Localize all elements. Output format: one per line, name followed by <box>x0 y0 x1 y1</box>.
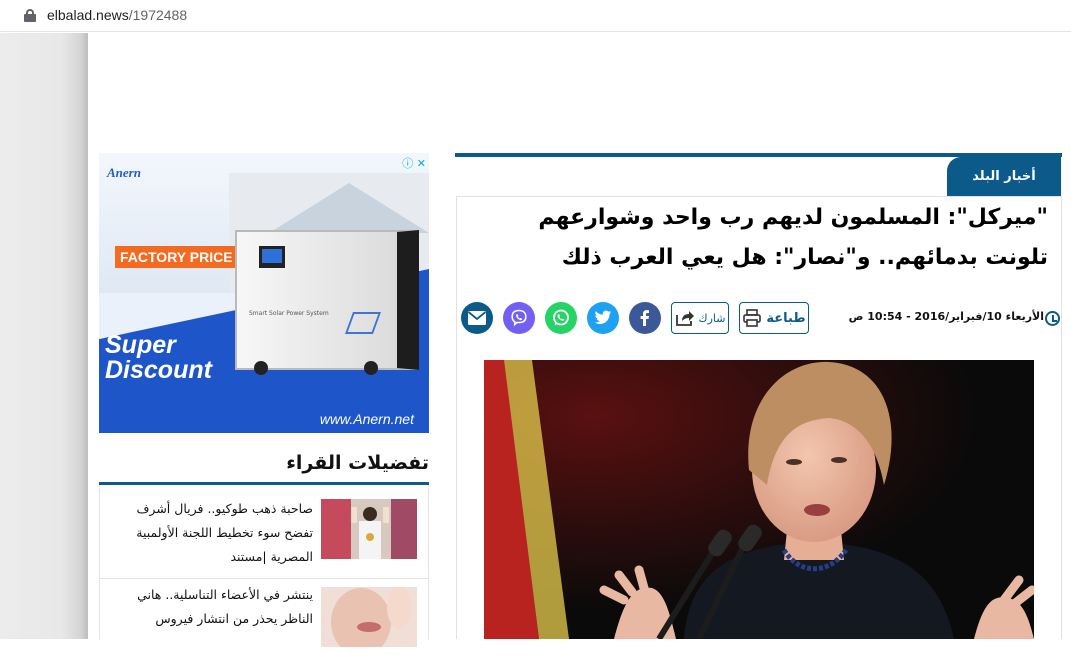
article-thumbnail[interactable] <box>321 499 417 559</box>
article-headline: "ميركل": المسلمون لديهم رب واحد وشوارعهم… <box>538 205 1048 270</box>
ad-product-text: Smart Solar Power System <box>249 310 329 317</box>
ad-headline-line1: Super <box>105 331 176 359</box>
list-item[interactable]: صاحبة ذهب طوكيو.. فريال أشرف تفضح سوء تخ… <box>100 485 428 579</box>
url-path: /1972488 <box>128 7 188 23</box>
twitter-share-button[interactable] <box>587 302 619 334</box>
ad-brand-logo: Anern <box>107 165 141 180</box>
ad-wheel-right <box>364 361 378 375</box>
favorite-headline-1[interactable]: صاحبة ذهب طوكيو.. فريال أشرف تفضح سوء تخ… <box>106 497 313 569</box>
facebook-icon <box>640 310 649 326</box>
solar-panel-icon <box>344 312 382 334</box>
ad-wheel-left <box>254 361 268 375</box>
share-arrow-icon <box>675 311 694 326</box>
address-bar[interactable]: elbalad.news/1972488 <box>0 0 1071 32</box>
ad-product-image: Smart Solar Power System <box>235 230 419 370</box>
share-label: شارك <box>698 311 726 325</box>
clock-icon <box>1045 311 1060 326</box>
favorite-headline-2[interactable]: ينتشر في الأعضاء التناسلية.. هاني الناظر… <box>106 583 313 631</box>
print-label: طباعة <box>766 310 806 326</box>
share-button[interactable]: شارك <box>671 302 729 334</box>
url-text[interactable]: elbalad.news/1972488 <box>47 7 187 23</box>
article-photo[interactable] <box>484 360 1034 639</box>
printer-icon <box>743 309 762 327</box>
viber-share-button[interactable] <box>503 302 535 334</box>
email-icon <box>467 311 487 325</box>
article-thumbnail[interactable] <box>321 587 417 647</box>
ad-choices-close-icon[interactable]: ⓘ ✕ <box>402 155 426 171</box>
ad-headline-line2: Discount <box>105 356 212 384</box>
whatsapp-icon <box>553 309 569 326</box>
ad-factory-price-badge: FACTORY PRICE <box>115 246 238 268</box>
advertisement-banner[interactable]: Anern ⓘ ✕ FACTORY PRICE Smart Solar Powe… <box>99 153 429 433</box>
email-share-button[interactable] <box>461 302 493 334</box>
url-domain: elbalad.news <box>47 7 129 23</box>
left-gutter <box>0 33 88 639</box>
ad-roof-image <box>269 183 429 233</box>
article-date: الأربعاء 10/فبراير/2016 - 10:54 ص <box>848 310 1044 323</box>
print-button[interactable]: طباعة <box>739 302 809 334</box>
readers-favorites-list: صاحبة ذهب طوكيو.. فريال أشرف تفضح سوء تخ… <box>99 485 429 647</box>
lock-icon[interactable] <box>24 9 36 22</box>
facebook-share-button[interactable] <box>629 302 661 334</box>
readers-favorites-title: تفضيلات القراء <box>286 452 429 474</box>
ad-website: www.Anern.net <box>319 411 414 427</box>
whatsapp-share-button[interactable] <box>545 302 577 334</box>
list-item[interactable]: ينتشر في الأعضاء التناسلية.. هاني الناظر… <box>100 579 428 667</box>
viber-icon <box>511 309 527 327</box>
section-tab[interactable]: أخبار البلد <box>947 157 1061 196</box>
ad-headline: Super Discount <box>105 333 212 383</box>
twitter-icon <box>594 310 612 324</box>
